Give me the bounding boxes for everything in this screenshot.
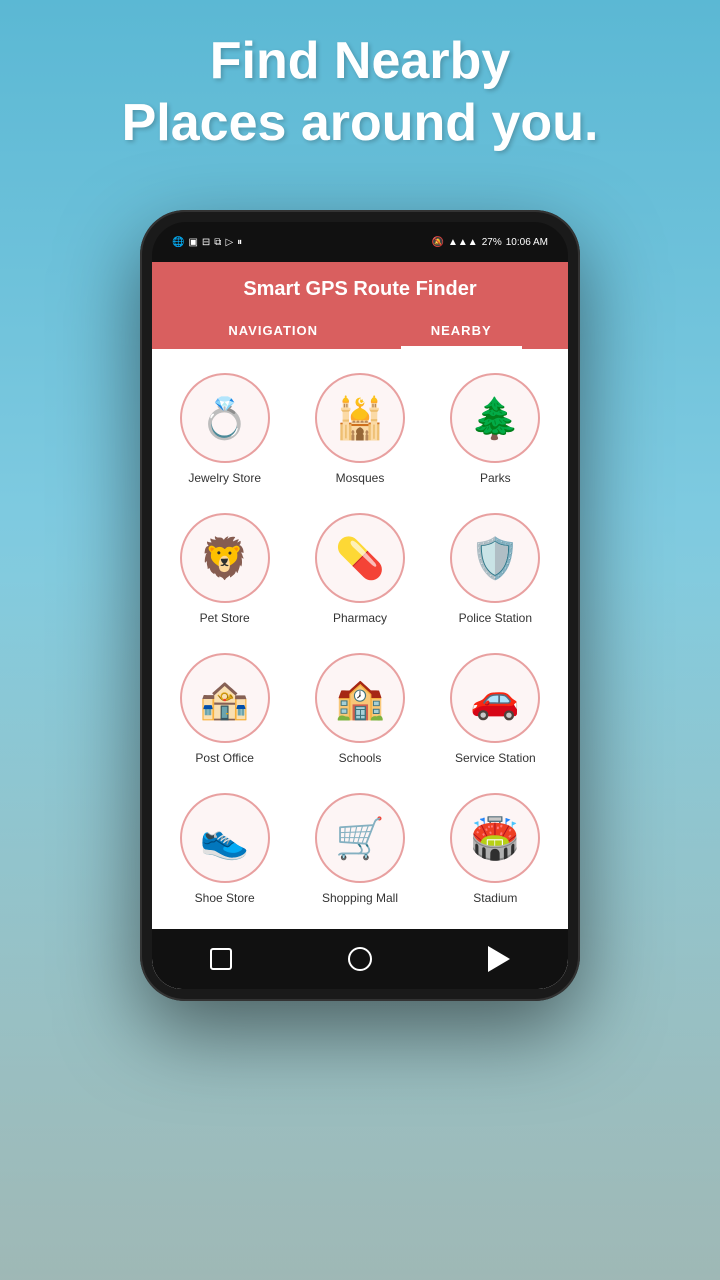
grid-item-police-station[interactable]: 🛡️ Police Station [428, 499, 563, 639]
grid-item-shoe-store[interactable]: 👟 Shoe Store [157, 779, 292, 919]
grid-item-mosques[interactable]: 🕌 Mosques [292, 359, 427, 499]
status-bar: 🌐 ▣ ⊟ ⧉ ▷ ⏸ 🔕 ▲▲▲ 27% 10:06 AM [152, 222, 568, 262]
stadium-label: Stadium [473, 891, 517, 905]
jewelry-store-icon: 💍 [180, 373, 270, 463]
stadium-icon: 🏟️ [450, 793, 540, 883]
tab-navigation[interactable]: NAVIGATION [198, 315, 348, 349]
jewelry-store-label: Jewelry Store [188, 471, 261, 485]
circle-icon [348, 947, 372, 971]
header-line1: Find Nearby [40, 30, 680, 92]
bottom-navigation [152, 929, 568, 989]
app-icon: ⊟ [202, 237, 210, 248]
mosques-icon: 🕌 [315, 373, 405, 463]
tab-bar: NAVIGATION NEARBY [172, 315, 548, 349]
schools-label: Schools [339, 751, 382, 765]
police-station-icon: 🛡️ [450, 513, 540, 603]
phone-screen: Smart GPS Route Finder NAVIGATION NEARBY… [152, 262, 568, 989]
back-button[interactable] [203, 941, 239, 977]
mute-icon: 🔕 [432, 237, 444, 248]
shopping-mall-icon: 🛒 [315, 793, 405, 883]
nearby-grid: 💍 Jewelry Store 🕌 Mosques 🌲 Parks 🦁 Pet … [152, 349, 568, 929]
media-icon: ⏸ [237, 237, 242, 248]
shoe-store-icon: 👟 [180, 793, 270, 883]
header-line2: Places around you. [40, 92, 680, 154]
other-icon: ⧉ [214, 237, 221, 248]
time-display: 10:06 AM [506, 237, 548, 248]
grid-item-service-station[interactable]: 🚗 Service Station [428, 639, 563, 779]
parks-label: Parks [480, 471, 511, 485]
grid-item-stadium[interactable]: 🏟️ Stadium [428, 779, 563, 919]
parks-icon: 🌲 [450, 373, 540, 463]
signal-bars: ▲▲▲ [448, 237, 478, 248]
phone: 🌐 ▣ ⊟ ⧉ ▷ ⏸ 🔕 ▲▲▲ 27% 10:06 AM Smart GPS [140, 210, 580, 1001]
shopping-mall-label: Shopping Mall [322, 891, 398, 905]
right-status-icons: 🔕 ▲▲▲ 27% 10:06 AM [432, 237, 548, 248]
grid-item-shopping-mall[interactable]: 🛒 Shopping Mall [292, 779, 427, 919]
grid-item-schools[interactable]: 🏫 Schools [292, 639, 427, 779]
pet-store-label: Pet Store [200, 611, 250, 625]
gps-icon: 🌐 [172, 237, 184, 248]
left-status-icons: 🌐 ▣ ⊟ ⧉ ▷ ⏸ [172, 237, 242, 248]
grid-item-jewelry-store[interactable]: 💍 Jewelry Store [157, 359, 292, 499]
grid-item-pet-store[interactable]: 🦁 Pet Store [157, 499, 292, 639]
service-station-icon: 🚗 [450, 653, 540, 743]
grid-item-pharmacy[interactable]: 💊 Pharmacy [292, 499, 427, 639]
pet-store-icon: 🦁 [180, 513, 270, 603]
shoe-store-label: Shoe Store [195, 891, 255, 905]
phone-wrapper: 🌐 ▣ ⊟ ⧉ ▷ ⏸ 🔕 ▲▲▲ 27% 10:06 AM Smart GPS [140, 210, 580, 1001]
police-station-label: Police Station [459, 611, 532, 625]
app-title: Smart GPS Route Finder [172, 278, 548, 301]
app-header: Smart GPS Route Finder NAVIGATION NEARBY [152, 262, 568, 349]
pharmacy-label: Pharmacy [333, 611, 387, 625]
play-icon: ▷ [225, 237, 233, 248]
triangle-icon [488, 946, 510, 972]
post-office-icon: 🏤 [180, 653, 270, 743]
battery-percent: 27% [482, 237, 502, 248]
grid-item-parks[interactable]: 🌲 Parks [428, 359, 563, 499]
tab-nearby[interactable]: NEARBY [401, 315, 522, 349]
header-text: Find Nearby Places around you. [0, 30, 720, 155]
mosques-label: Mosques [336, 471, 385, 485]
service-station-label: Service Station [455, 751, 536, 765]
square-icon [210, 948, 232, 970]
post-office-label: Post Office [195, 751, 253, 765]
pharmacy-icon: 💊 [315, 513, 405, 603]
recent-apps-button[interactable] [481, 941, 517, 977]
grid-item-post-office[interactable]: 🏤 Post Office [157, 639, 292, 779]
screen-icon: ▣ [188, 237, 197, 248]
schools-icon: 🏫 [315, 653, 405, 743]
home-button[interactable] [342, 941, 378, 977]
